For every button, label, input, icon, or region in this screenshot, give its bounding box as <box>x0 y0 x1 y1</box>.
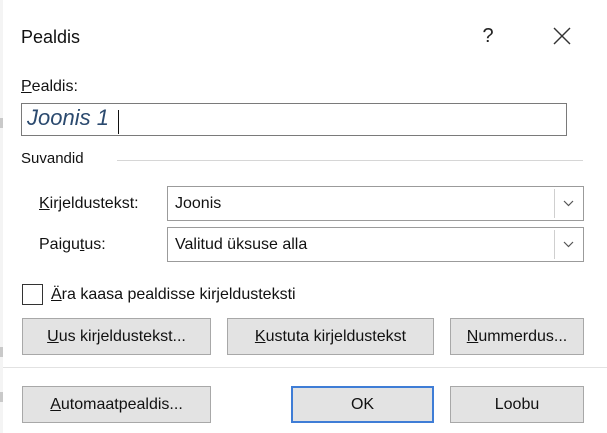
exclude-label-text: Ära kaasa pealdisse kirjeldusteksti <box>51 286 296 303</box>
dialog-title: Pealdis <box>21 27 81 47</box>
new-label-button[interactable]: Uus kirjeldustekst... <box>22 318 211 355</box>
position-field-label: Paigutus: <box>39 236 106 253</box>
help-button[interactable]: ? <box>468 18 508 54</box>
close-icon <box>553 27 571 45</box>
chevron-down-icon <box>563 200 574 207</box>
options-group-line <box>117 160 583 161</box>
exclude-label-checkbox[interactable] <box>22 284 43 305</box>
chevron-down-icon <box>563 241 574 248</box>
ok-button[interactable]: OK <box>291 386 434 423</box>
label-select-dropdown[interactable] <box>554 189 581 218</box>
button-divider <box>3 367 607 368</box>
position-select-value: Valitud üksuse alla <box>175 236 308 253</box>
delete-label-button[interactable]: Kustuta kirjeldustekst <box>227 318 434 355</box>
label-field-label: Kirjeldustekst: <box>39 195 139 212</box>
edge-marker <box>0 392 3 402</box>
position-select-dropdown[interactable] <box>554 230 581 259</box>
numbering-button[interactable]: Nummerdus... <box>450 318 584 355</box>
edge-marker <box>0 347 3 357</box>
edge-marker <box>0 118 3 128</box>
text-caret <box>118 110 119 134</box>
caption-input[interactable]: Joonis 1 <box>21 103 567 136</box>
caption-dialog: Pealdis ? Pealdis: Joonis 1 Suvandid Kir… <box>0 0 607 433</box>
label-select-value: Joonis <box>175 195 222 212</box>
position-select[interactable]: Valitud üksuse alla <box>167 227 584 262</box>
caption-input-value: Joonis 1 <box>27 105 109 130</box>
cancel-button[interactable]: Loobu <box>450 386 584 423</box>
close-button[interactable] <box>540 18 584 54</box>
caption-label: Pealdis: <box>21 78 78 95</box>
label-select[interactable]: Joonis <box>167 186 584 221</box>
title-bar: Pealdis ? <box>0 0 607 66</box>
autocaption-button[interactable]: Automaatpealdis... <box>22 386 211 423</box>
options-group-title: Suvandid <box>21 150 84 167</box>
